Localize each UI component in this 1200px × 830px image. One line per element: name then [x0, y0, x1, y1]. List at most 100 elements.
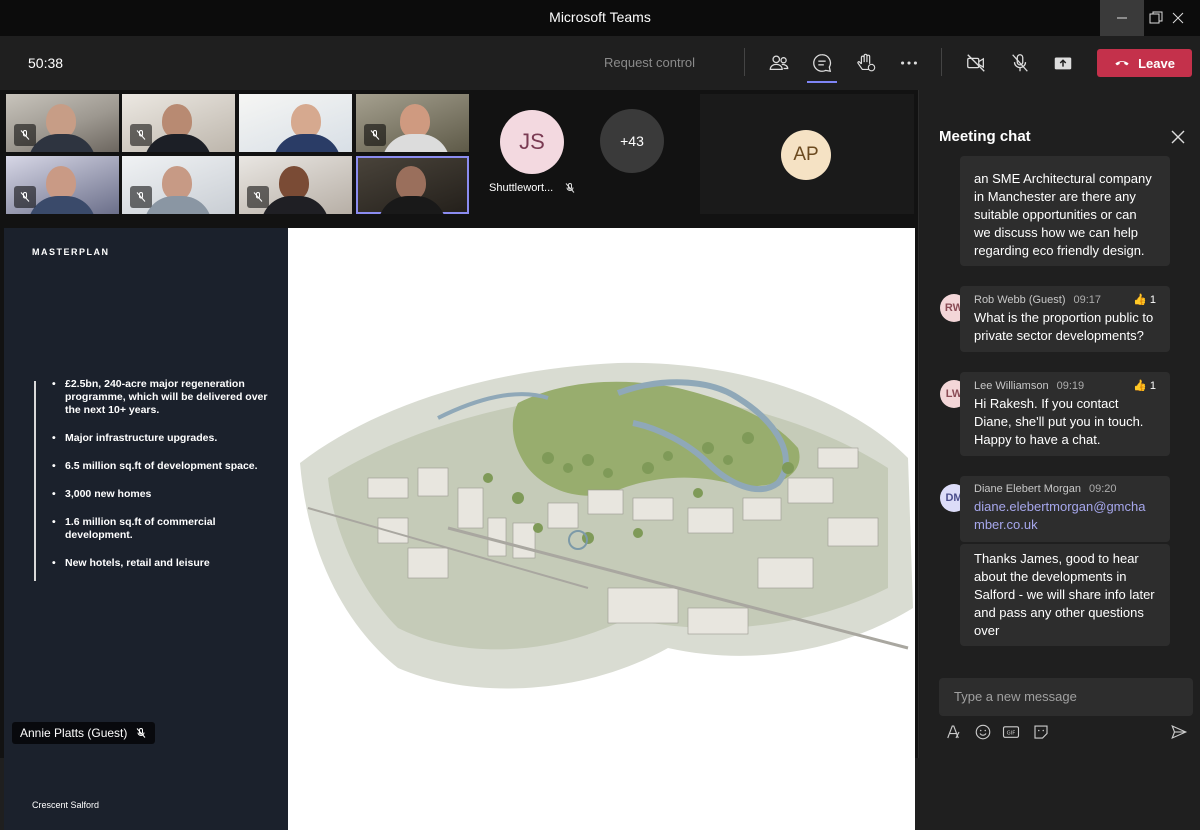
like-reaction[interactable]: 👍 1 — [1133, 293, 1156, 306]
raise-hand-icon — [857, 53, 876, 72]
emoji-button[interactable] — [973, 722, 993, 742]
mic-off-icon — [14, 124, 36, 146]
participant-head — [291, 104, 321, 138]
leave-label: Leave — [1138, 55, 1175, 71]
participant-video-tile[interactable] — [239, 156, 352, 214]
participant-body — [144, 196, 212, 214]
more-icon — [901, 61, 917, 65]
participants-button[interactable] — [766, 50, 792, 76]
phone-hangup-icon — [1115, 61, 1129, 66]
meeting-toolbar: 50:38 Request control Leave — [0, 36, 1200, 90]
camera-off-icon — [967, 54, 985, 72]
participant-avatar-ap: AP — [781, 130, 831, 180]
participant-head — [400, 104, 430, 138]
chat-message: Rob Webb (Guest) 09:17 👍 1 What is the p… — [960, 286, 1170, 352]
participant-body — [28, 134, 96, 152]
chat-message: an SME Architectural company in Manchest… — [960, 156, 1170, 266]
format-button[interactable] — [943, 722, 963, 742]
participant-body — [28, 196, 96, 214]
chat-message-text: Hi Rakesh. If you contact Diane, she'll … — [974, 396, 1144, 447]
chat-time: 09:19 — [1056, 380, 1085, 392]
send-icon — [1171, 724, 1188, 740]
more-participants-button[interactable]: +43 — [600, 109, 664, 173]
chat-message-header: Diane Elebert Morgan 09:20 — [974, 483, 1156, 495]
chat-message-header: Lee Williamson 09:19 👍 1 — [974, 379, 1156, 392]
minimize-icon — [1117, 17, 1127, 19]
close-chat-button[interactable] — [1169, 128, 1187, 146]
chat-panel-title: Meeting chat — [939, 128, 1031, 145]
participant-avatar-js[interactable]: JS — [500, 110, 564, 174]
chat-message-text: What is the proportion public to private… — [974, 310, 1154, 343]
close-icon — [1172, 12, 1184, 24]
chat-email-link[interactable]: diane.elebertmorgan@gmchamber.co.uk — [974, 498, 1156, 534]
meeting-stage: JS Shuttlewort... +43 AP MASTERPLAN £2.5… — [0, 90, 918, 830]
participant-video-tile[interactable] — [6, 156, 119, 214]
close-window-button[interactable] — [1156, 0, 1200, 36]
window-title: Microsoft Teams — [549, 9, 651, 25]
mic-off-icon — [565, 183, 575, 193]
chat-message: Lee Williamson 09:19 👍 1 Hi Rakesh. If y… — [960, 372, 1170, 456]
like-reaction[interactable]: 👍 1 — [1133, 379, 1156, 392]
title-bar: Microsoft Teams — [0, 0, 1200, 36]
mic-off-icon — [364, 124, 386, 146]
participant-tile-ap[interactable]: AP — [700, 94, 914, 214]
reactions-button[interactable] — [853, 50, 879, 76]
participant-body — [144, 134, 212, 152]
masterplan-illustration — [288, 228, 915, 830]
participant-body — [261, 196, 329, 214]
toolbar-divider — [941, 48, 942, 76]
meeting-chat-panel: Meeting chat an SME Architectural compan… — [918, 90, 1200, 758]
participant-head — [46, 166, 76, 200]
participant-video-tile[interactable] — [239, 94, 352, 152]
participant-video-tile[interactable] — [122, 94, 235, 152]
leave-button[interactable]: Leave — [1097, 49, 1192, 77]
camera-toggle-button[interactable] — [963, 50, 989, 76]
mic-off-icon — [137, 728, 146, 738]
emoji-icon — [975, 724, 991, 740]
chat-author: Lee Williamson — [974, 380, 1049, 392]
slide-bullet: 3,000 new homes — [52, 488, 275, 501]
chat-message-text: Thanks James, good to hear about the dev… — [974, 551, 1155, 638]
chat-author: Rob Webb (Guest) — [974, 294, 1066, 306]
bullet-divider — [34, 381, 36, 581]
share-screen-button[interactable] — [1050, 50, 1076, 76]
participant-video-tile[interactable] — [356, 94, 469, 152]
mic-off-icon — [247, 186, 269, 208]
slide-bullet: 1.6 million sq.ft of commercial developm… — [52, 516, 275, 542]
participant-video-tile[interactable] — [6, 94, 119, 152]
chat-message: Diane Elebert Morgan 09:20 diane.elebert… — [960, 476, 1170, 542]
slide-bullet: 6.5 million sq.ft of development space. — [52, 460, 275, 473]
compose-toolbar: GIF — [943, 722, 1189, 744]
participant-body — [273, 134, 341, 152]
chat-button[interactable] — [809, 50, 835, 76]
mic-off-icon — [1012, 54, 1028, 72]
mic-toggle-button[interactable] — [1007, 50, 1033, 76]
mic-off-icon — [130, 124, 152, 146]
slide-footer: Crescent Salford — [32, 800, 100, 810]
participant-body — [378, 196, 446, 214]
mic-off-icon — [130, 186, 152, 208]
sticker-button[interactable] — [1031, 722, 1051, 742]
participant-head — [279, 166, 309, 200]
gif-icon: GIF — [1002, 726, 1020, 738]
slide-bullet-list: £2.5bn, 240-acre major regeneration prog… — [52, 378, 275, 585]
slide-bullet: New hotels, retail and leisure — [52, 557, 275, 570]
sticker-icon — [1034, 725, 1048, 739]
chat-time: 09:20 — [1089, 483, 1117, 495]
svg-text:GIF: GIF — [1007, 731, 1016, 737]
gif-button[interactable]: GIF — [1001, 722, 1021, 742]
format-icon — [947, 725, 960, 739]
participant-body — [382, 134, 450, 152]
participant-video-tile-selected[interactable] — [356, 156, 469, 214]
participant-video-tile[interactable] — [122, 156, 235, 214]
share-tray-icon — [1054, 57, 1072, 70]
chat-active-indicator — [807, 81, 837, 83]
chat-message-header: Rob Webb (Guest) 09:17 👍 1 — [974, 293, 1156, 306]
toolbar-divider — [744, 48, 745, 76]
presenter-name-tag: Annie Platts (Guest) — [12, 722, 156, 744]
request-control-button[interactable]: Request control — [604, 55, 695, 70]
more-actions-button[interactable] — [896, 50, 922, 76]
compose-message-input[interactable]: Type a new message — [939, 678, 1193, 716]
send-button[interactable] — [1169, 722, 1189, 742]
chat-message-text: an SME Architectural company in Manchest… — [974, 171, 1152, 258]
